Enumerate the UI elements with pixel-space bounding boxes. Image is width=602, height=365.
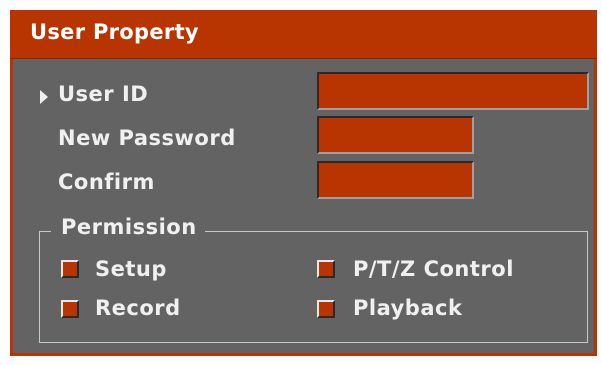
confirm-password-field[interactable] [317, 161, 474, 199]
permission-title: Permission [51, 215, 205, 239]
permission-groupbox [39, 231, 588, 343]
user-id-field[interactable] [317, 72, 589, 110]
user-property-dialog: User Property User ID New Password Confi… [10, 10, 597, 356]
setup-label[interactable]: Setup [95, 257, 167, 281]
record-label[interactable]: Record [95, 296, 181, 320]
new-password-label: New Password [58, 126, 236, 150]
record-checkbox[interactable] [61, 300, 79, 318]
confirm-label: Confirm [58, 170, 155, 194]
setup-checkbox[interactable] [61, 260, 79, 278]
ptz-control-checkbox[interactable] [317, 260, 335, 278]
new-password-field[interactable] [317, 116, 474, 154]
title-bar: User Property [10, 10, 597, 59]
ptz-control-label[interactable]: P/T/Z Control [353, 257, 514, 281]
user-id-label: User ID [58, 82, 149, 106]
playback-checkbox[interactable] [317, 300, 335, 318]
playback-label[interactable]: Playback [353, 296, 462, 320]
selected-row-pointer-icon [40, 90, 48, 104]
dialog-title: User Property [30, 20, 199, 44]
